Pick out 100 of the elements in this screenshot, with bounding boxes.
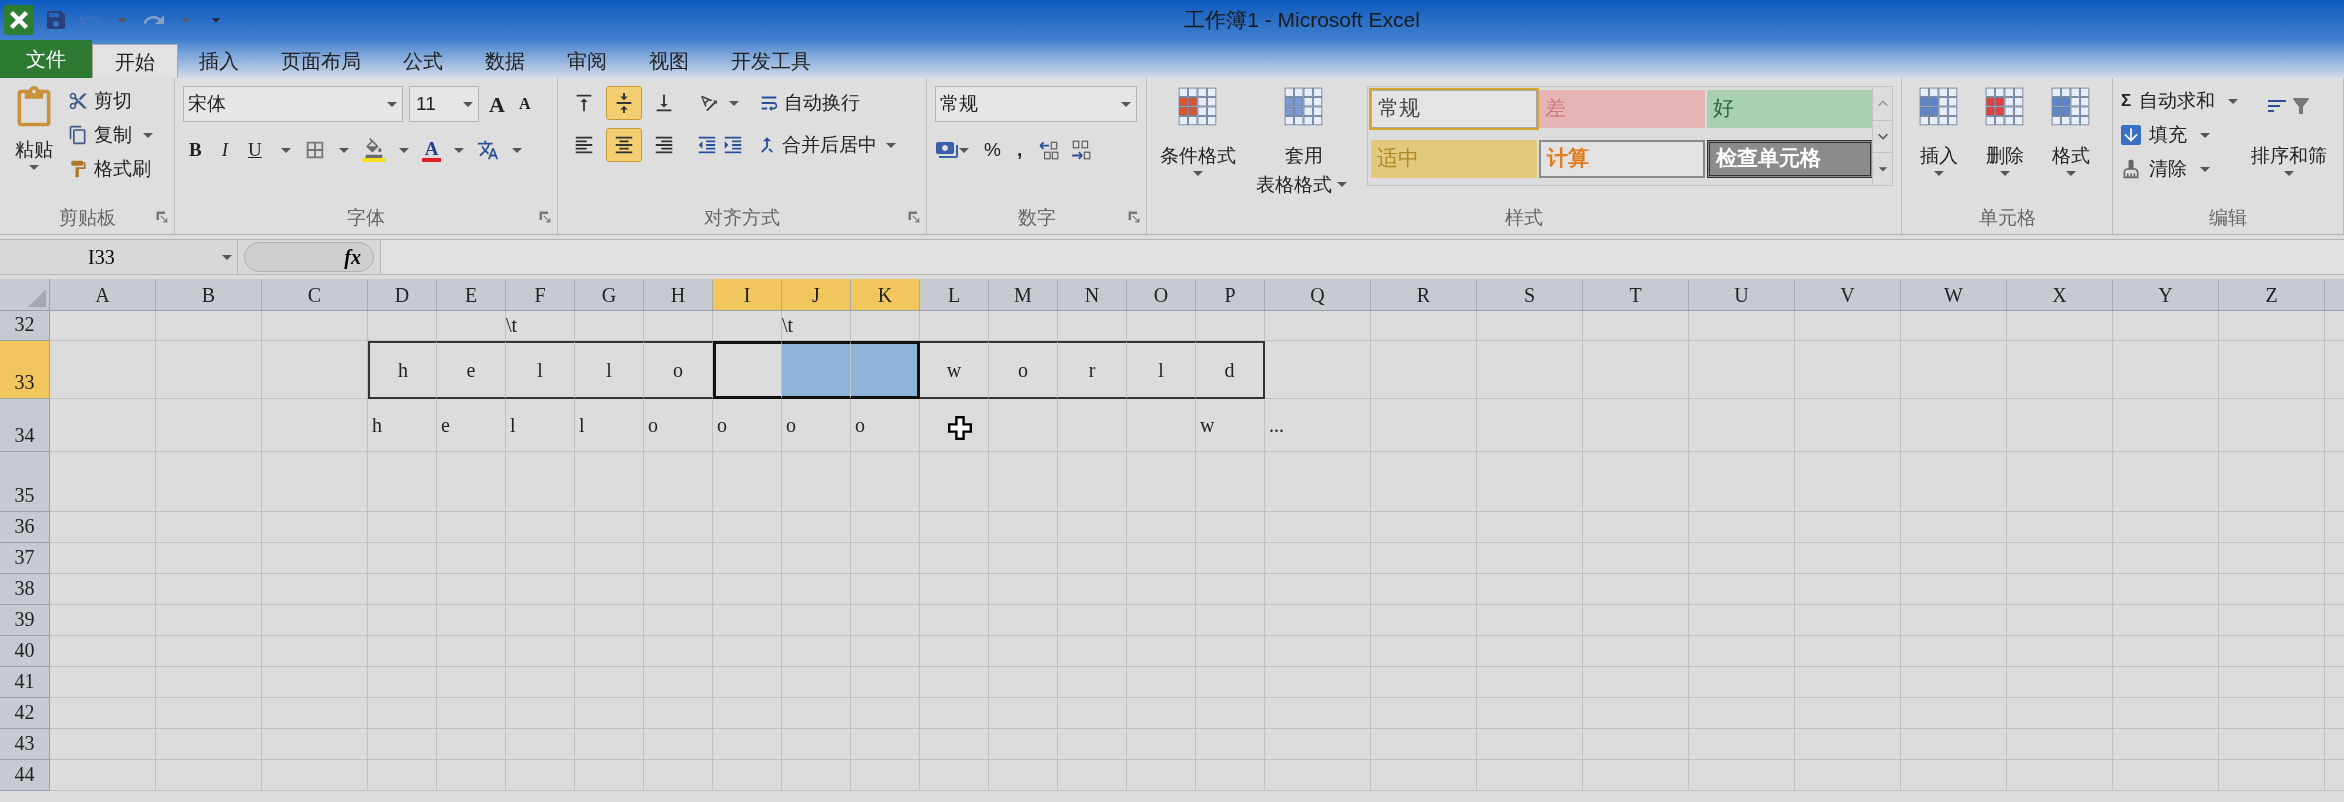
scroll-down-icon[interactable] [1873, 120, 1893, 153]
font-name-field[interactable]: 宋体 [183, 86, 403, 122]
ribbon-tab[interactable]: 数据 [464, 44, 546, 78]
ribbon-tab[interactable]: 页面布局 [260, 44, 382, 78]
row-header[interactable]: 39 [0, 605, 50, 636]
copy-button[interactable]: 复制 [68, 120, 158, 150]
row-header[interactable]: 36 [0, 512, 50, 543]
dialog-launcher-icon[interactable] [539, 211, 551, 223]
italic-button[interactable]: I [215, 136, 234, 165]
autosum-button[interactable]: Σ 自动求和 [2121, 86, 2244, 116]
row-header[interactable]: 41 [0, 667, 50, 698]
phonetic-icon[interactable] [477, 139, 500, 162]
increase-indent-icon[interactable] [722, 134, 744, 156]
column-header[interactable]: M [989, 279, 1058, 310]
bold-button[interactable]: B [183, 136, 208, 165]
column-header[interactable]: X [2007, 279, 2113, 310]
insert-function-button[interactable]: fx [244, 242, 374, 272]
column-header[interactable]: P [1196, 279, 1265, 310]
cell-style-option[interactable]: 好 [1706, 90, 1873, 128]
cell-style-option[interactable]: 常规 [1370, 90, 1537, 128]
column-header[interactable]: L [920, 279, 989, 310]
cells-button[interactable]: 格式 [2042, 86, 2100, 202]
row-header[interactable]: 42 [0, 698, 50, 729]
clear-button[interactable]: 清除 [2121, 154, 2244, 184]
row-header[interactable]: 34 [0, 399, 50, 452]
cut-button[interactable]: 剪切 [68, 86, 158, 116]
vertical-align-button[interactable] [606, 86, 642, 120]
caret-icon [2200, 166, 2210, 172]
merge-center-button[interactable]: 合并后居中 [756, 130, 901, 160]
column-header[interactable]: B [156, 279, 262, 310]
column-header[interactable]: W [1901, 279, 2007, 310]
column-header[interactable]: U [1689, 279, 1795, 310]
column-header[interactable]: Y [2113, 279, 2219, 310]
row-header[interactable]: 44 [0, 760, 50, 791]
table-cell [782, 636, 851, 667]
font-color-button[interactable]: A [421, 138, 442, 162]
column-header[interactable]: O [1127, 279, 1196, 310]
ribbon-tab[interactable]: 插入 [178, 44, 260, 78]
grow-font-button[interactable]: A [485, 87, 509, 121]
name-box[interactable]: I33 [0, 240, 238, 274]
row-header[interactable]: 35 [0, 452, 50, 512]
percent-button[interactable]: % [984, 136, 1001, 165]
app-logo-icon[interactable] [4, 5, 34, 35]
ribbon-tab[interactable]: 公式 [382, 44, 464, 78]
column-header[interactable]: I [713, 279, 782, 310]
table-cell [575, 574, 644, 605]
cells-button[interactable]: 删除 [1976, 86, 2034, 202]
increase-decimal-icon[interactable] [1038, 139, 1061, 162]
row-header[interactable]: 37 [0, 543, 50, 574]
column-header[interactable]: N [1058, 279, 1127, 310]
ribbon-tab[interactable]: 开发工具 [710, 44, 832, 78]
table-cell [1127, 399, 1196, 452]
column-header[interactable]: E [437, 279, 506, 310]
cells-button[interactable]: 插入 [1910, 86, 1968, 202]
row-header[interactable]: 43 [0, 729, 50, 760]
table-cell [368, 574, 437, 605]
dialog-launcher-icon[interactable] [156, 211, 168, 223]
column-header[interactable]: V [1795, 279, 1901, 310]
fill-color-icon[interactable] [361, 138, 386, 163]
table-cell [368, 760, 437, 791]
column-header[interactable]: S [1477, 279, 1583, 310]
wrap-text-button[interactable]: 自动换行 [758, 88, 860, 118]
comma-button[interactable]: , [1010, 136, 1029, 165]
column-header[interactable]: Z [2219, 279, 2325, 310]
fill-button[interactable]: 填充 [2121, 120, 2244, 150]
format-painter-button[interactable]: 格式刷 [68, 154, 158, 184]
file-tab[interactable]: 文件 [0, 40, 92, 78]
decrease-decimal-icon[interactable] [1070, 139, 1093, 162]
format-as-table-button[interactable]: 套用 表格格式 [1249, 86, 1359, 202]
row-header[interactable]: 38 [0, 574, 50, 605]
column-header[interactable]: F [506, 279, 575, 310]
dialog-launcher-icon[interactable] [1128, 211, 1140, 223]
underline-button[interactable]: U [242, 136, 268, 165]
row-header[interactable]: 32 [0, 311, 50, 341]
column-header[interactable]: T [1583, 279, 1689, 310]
column-header[interactable]: G [575, 279, 644, 310]
conditional-format-button[interactable]: 条件格式 [1155, 86, 1242, 202]
row-header[interactable]: 40 [0, 636, 50, 667]
row-header[interactable]: 33 [0, 341, 50, 399]
save-icon[interactable] [44, 8, 68, 32]
formula-input[interactable] [380, 240, 2344, 274]
column-header[interactable]: C [262, 279, 368, 310]
column-header[interactable]: J [782, 279, 851, 310]
paste-button[interactable]: 粘贴 [8, 86, 60, 202]
column-header[interactable]: A [50, 279, 156, 310]
shrink-font-button[interactable]: A [514, 92, 535, 116]
column-header[interactable]: K [851, 279, 920, 310]
column-header[interactable]: D [368, 279, 437, 310]
dialog-launcher-icon[interactable] [908, 211, 920, 223]
horizontal-align-button[interactable] [606, 128, 642, 162]
ribbon-tab[interactable]: 开始 [92, 44, 178, 78]
table-cell [989, 452, 1058, 512]
decrease-indent-icon[interactable] [696, 134, 718, 156]
number-format-field[interactable]: 常规 [935, 86, 1137, 122]
ribbon-tab[interactable]: 视图 [628, 44, 710, 78]
ribbon-tab[interactable]: 审阅 [546, 44, 628, 78]
sort-filter-button[interactable]: 排序和筛 [2251, 86, 2328, 202]
font-size-field[interactable]: 11 [409, 86, 479, 122]
column-header[interactable]: Q [1265, 279, 1371, 310]
column-header[interactable]: R [1371, 279, 1477, 310]
